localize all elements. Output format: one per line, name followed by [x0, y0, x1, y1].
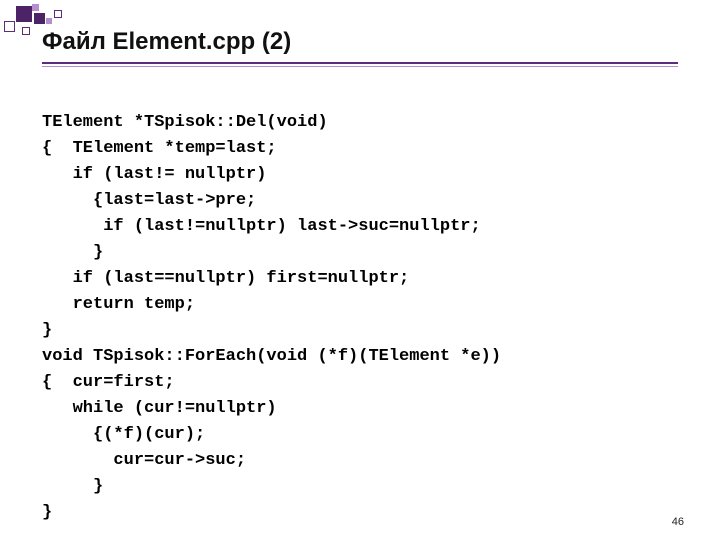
code-line: void TSpisok::ForEach(void (*f)(TElement… [42, 347, 501, 366]
code-line: } [42, 477, 103, 496]
code-line: {(*f)(cur); [42, 425, 205, 444]
code-line: } [42, 503, 52, 522]
page-number: 46 [672, 516, 684, 528]
code-line: cur=cur->suc; [42, 451, 246, 470]
code-line: { cur=first; [42, 373, 175, 392]
title-underline-primary [42, 62, 678, 64]
code-line: if (last!=nullptr) last->suc=nullptr; [42, 217, 481, 236]
code-line: if (last!= nullptr) [42, 165, 266, 184]
slide-title: Файл Element.cpp (2) [42, 28, 291, 56]
title-underline-secondary [42, 66, 678, 67]
code-line: return temp; [42, 295, 195, 314]
code-line: while (cur!=nullptr) [42, 399, 277, 418]
code-line: { TElement *temp=last; [42, 139, 277, 158]
code-line: if (last==nullptr) first=nullptr; [42, 269, 409, 288]
code-line: } [42, 321, 52, 340]
code-block: TElement *TSpisok::Del(void) { TElement … [42, 84, 678, 526]
code-line: } [42, 243, 103, 262]
code-line: {last=last->pre; [42, 191, 256, 210]
code-line: TElement *TSpisok::Del(void) [42, 113, 328, 132]
